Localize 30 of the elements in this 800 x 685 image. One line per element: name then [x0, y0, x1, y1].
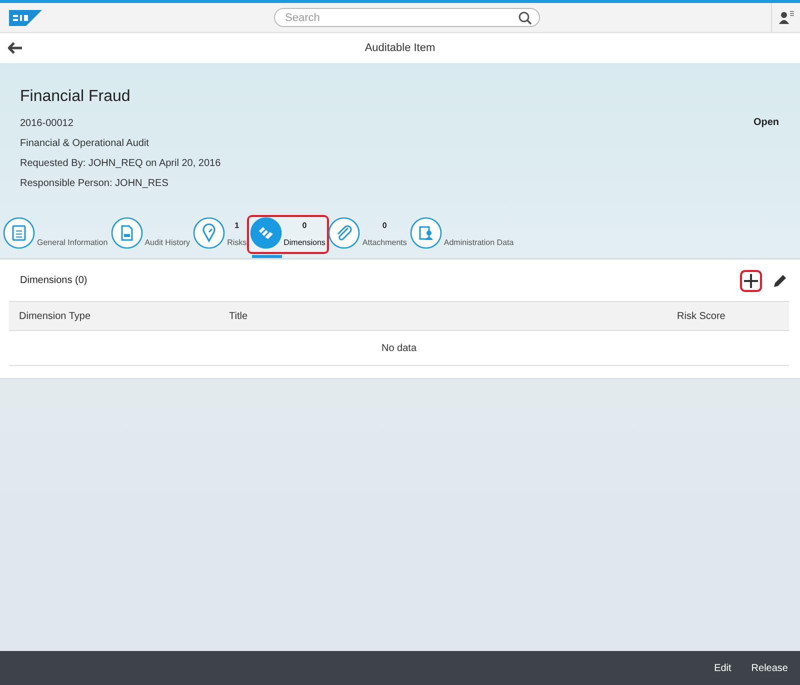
- section-tab[interactable]: 1 Risks: [192, 217, 249, 252]
- pin-icon: [193, 217, 226, 249]
- column-header: Risk Score: [667, 302, 789, 330]
- attribute-text: Financial & Operational Audit: [20, 138, 150, 149]
- calendar-icon: [3, 217, 35, 249]
- paperclip-icon: [328, 217, 360, 249]
- section-tab[interactable]: Audit History: [110, 217, 192, 252]
- item-title: Financial Fraud: [20, 88, 132, 106]
- column-header: Title: [219, 302, 667, 330]
- search-field[interactable]: Search: [274, 8, 540, 27]
- section-tab[interactable]: 0 Dimensions: [248, 217, 328, 252]
- back-arrow-icon[interactable]: [8, 42, 22, 54]
- section-title: Dimensions (0): [20, 275, 88, 286]
- search-icon: [518, 11, 532, 25]
- column-header: Dimension Type: [9, 302, 219, 330]
- section-tab[interactable]: Administration Data: [408, 217, 516, 252]
- footer-button[interactable]: Edit: [706, 656, 740, 680]
- status-text: Open: [753, 117, 779, 130]
- attribute-text: 2016-00012: [20, 118, 74, 129]
- layers-icon: [250, 217, 282, 249]
- section-tab[interactable]: 0 Attachments: [327, 217, 409, 252]
- section-tab[interactable]: General Information: [2, 217, 110, 252]
- logo-icon: [9, 10, 42, 26]
- attribute-text: Responsible Person: JOHN_RES: [20, 178, 170, 189]
- empty-message: No data: [9, 330, 789, 366]
- attribute-text: Requested By: JOHN_REQ on April 20, 2016: [20, 158, 221, 169]
- footer-button[interactable]: Release: [743, 656, 796, 680]
- document-icon: [110, 217, 143, 249]
- person-icon: [410, 217, 442, 249]
- page-title: Auditable Item: [364, 42, 436, 54]
